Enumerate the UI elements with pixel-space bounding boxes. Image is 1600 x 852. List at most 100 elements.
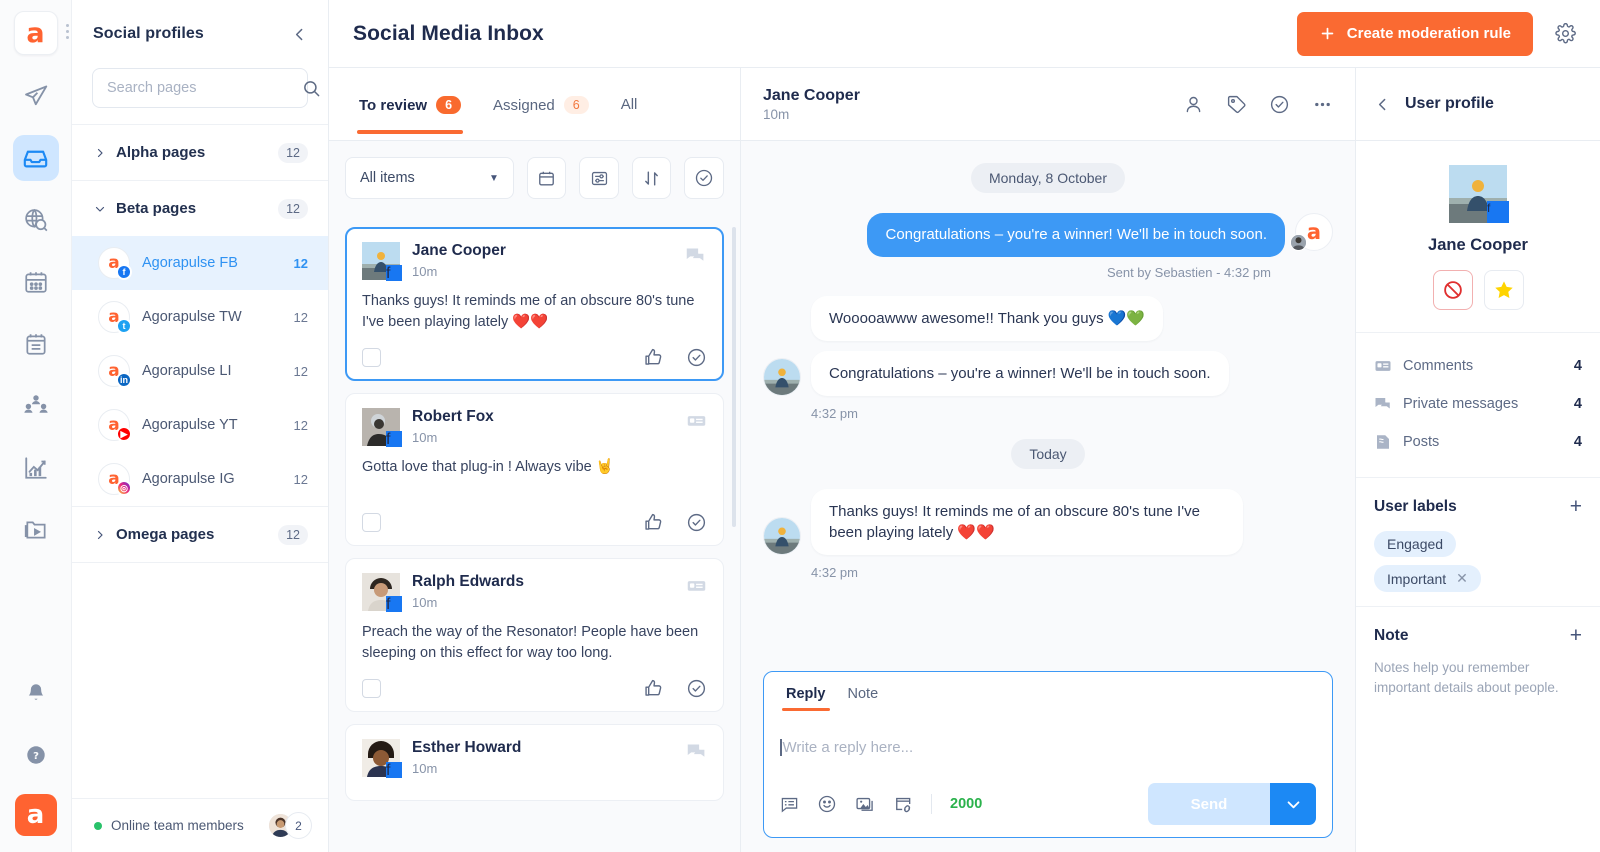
day-separator: Today: [1011, 439, 1085, 470]
tab-badge: 6: [563, 96, 589, 114]
sidebar-item-analytics[interactable]: [13, 445, 59, 491]
create-moderation-rule-button[interactable]: Create moderation rule: [1296, 11, 1533, 56]
add-note-button[interactable]: +: [1570, 625, 1582, 646]
list-item-name: Robert Fox: [412, 408, 494, 426]
list-item[interactable]: f Robert Fox 10m Gotta love that plug-in…: [345, 393, 724, 547]
list-item-actions: [643, 678, 707, 699]
account-avatar-glyph: a: [26, 800, 45, 830]
list-item-checkbox[interactable]: [362, 348, 381, 368]
list-item-checkbox[interactable]: [362, 679, 381, 699]
sidebar-item-listening[interactable]: [13, 197, 59, 243]
user-profile-panel: User profile f Jane Cooper Comments 4 Pr…: [1355, 68, 1600, 852]
sidebar-item-inbox[interactable]: [12, 135, 59, 181]
user-profile-identity: f Jane Cooper: [1356, 141, 1600, 333]
group-omega-pages[interactable]: Omega pages 12: [72, 506, 328, 562]
search-pages-box[interactable]: [92, 68, 320, 108]
message-bubble: Congratulations – you're a winner! We'll…: [867, 213, 1285, 258]
icon-rail: a ? a: [0, 0, 72, 852]
stat-label: Comments: [1403, 358, 1474, 374]
check-circle-icon[interactable]: [686, 512, 707, 533]
composer-tab-note[interactable]: Note: [842, 686, 885, 711]
sidebar-item-content[interactable]: [13, 321, 59, 367]
tab-to-review[interactable]: To review 6: [343, 96, 477, 134]
app-logo[interactable]: a: [13, 11, 69, 55]
list-item[interactable]: f Jane Cooper 10m Thanks guys! It remind…: [345, 227, 724, 382]
sidebar-item-library[interactable]: [13, 507, 59, 553]
account-avatar[interactable]: a: [14, 794, 57, 836]
avatar: f: [362, 573, 402, 613]
back-chevron-left-icon[interactable]: [1374, 96, 1391, 113]
page-row-agorapulse-ig[interactable]: a ◎ Agorapulse IG 12: [72, 452, 328, 506]
tab-all[interactable]: All: [605, 96, 654, 133]
sidebar-item-publishing[interactable]: [13, 73, 59, 119]
sidebar-item-audience[interactable]: [13, 383, 59, 429]
more-icon[interactable]: [1312, 94, 1333, 115]
notifications-icon[interactable]: [13, 670, 59, 716]
message-incoming: Wooooawww awesome!! Thank you guys 💙💚: [763, 296, 1333, 342]
image-icon[interactable]: [855, 794, 875, 814]
search-icon[interactable]: [302, 79, 321, 98]
list-item[interactable]: f Esther Howard 10m: [345, 724, 724, 802]
stat-private-messages: Private messages 4: [1374, 385, 1582, 423]
composer-tabs: Reply Note: [780, 686, 1316, 711]
emoji-icon[interactable]: [817, 794, 837, 814]
user-labels-section: User labels + Engaged Important ✕: [1356, 478, 1600, 607]
sliders-icon[interactable]: [579, 157, 619, 199]
tab-assigned[interactable]: Assigned 6: [477, 96, 605, 134]
user-label-chip[interactable]: Important ✕: [1374, 565, 1481, 592]
group-beta-pages[interactable]: Beta pages 12: [72, 180, 328, 236]
sidebar-item-calendar[interactable]: [13, 259, 59, 305]
group-alpha-pages[interactable]: Alpha pages 12: [72, 124, 328, 180]
send-button[interactable]: Send: [1148, 783, 1270, 825]
page-row-agorapulse-li[interactable]: a in Agorapulse LI 12: [72, 344, 328, 398]
composer-tools: 2000: [780, 794, 982, 814]
page-row-agorapulse-tw[interactable]: a t Agorapulse TW 12: [72, 290, 328, 344]
page-count: 12: [293, 471, 308, 487]
online-team-members[interactable]: Online team members 2: [72, 798, 328, 852]
post-type-icon: [686, 410, 707, 431]
check-circle-icon[interactable]: [686, 347, 707, 368]
composer-tab-reply[interactable]: Reply: [780, 686, 832, 711]
like-icon[interactable]: [643, 347, 664, 368]
page-row-agorapulse-yt[interactable]: a ▶ Agorapulse YT 12: [72, 398, 328, 452]
star-icon[interactable]: [1483, 270, 1524, 310]
link-icon[interactable]: [893, 794, 913, 814]
calendar-icon[interactable]: [526, 157, 567, 199]
like-icon[interactable]: [643, 512, 664, 533]
note-header: Note +: [1374, 625, 1582, 646]
kebab-menu-icon[interactable]: [65, 24, 69, 39]
list-item-head: f Ralph Edwards 10m: [362, 573, 707, 613]
remove-label-close-icon[interactable]: ✕: [1456, 570, 1468, 587]
sort-icon[interactable]: [631, 157, 672, 199]
tag-icon[interactable]: [1226, 94, 1247, 115]
help-icon[interactable]: ?: [13, 732, 59, 778]
check-circle-icon[interactable]: [684, 157, 724, 199]
page-row-agorapulse-fb[interactable]: a f Agorapulse FB 12: [72, 236, 328, 290]
inbox-item-list[interactable]: f Jane Cooper 10m Thanks guys! It remind…: [329, 215, 740, 852]
tab-label: Assigned: [493, 96, 555, 114]
list-item-checkbox[interactable]: [362, 513, 381, 533]
message-meta: Sent by Sebastien - 4:32 pm: [1106, 265, 1271, 281]
group-count: 12: [278, 198, 308, 219]
like-icon[interactable]: [643, 678, 664, 699]
list-item[interactable]: f Ralph Edwards 10m Preach the way of th…: [345, 558, 724, 713]
reply-input[interactable]: Write a reply here...: [780, 727, 1316, 767]
check-circle-icon[interactable]: [1269, 94, 1290, 115]
user-icon[interactable]: [1183, 94, 1204, 115]
check-circle-icon[interactable]: [686, 678, 707, 699]
user-profile-stats: Comments 4 Private messages 4 Posts 4: [1356, 333, 1600, 478]
list-scrollbar[interactable]: [732, 227, 736, 527]
user-label-chip[interactable]: Engaged: [1374, 531, 1457, 557]
list-item-meta: Ralph Edwards 10m: [412, 573, 524, 610]
user-profile-name: Jane Cooper: [1428, 236, 1528, 254]
send-options-chevron-down-icon[interactable]: [1270, 783, 1316, 825]
items-filter-select[interactable]: All items ▼: [345, 157, 514, 199]
group-count: 12: [278, 524, 308, 545]
saved-replies-icon[interactable]: [780, 795, 799, 814]
add-label-button[interactable]: +: [1570, 496, 1582, 517]
composer[interactable]: Reply Note Write a reply here... 2000 Se…: [763, 671, 1333, 838]
collapse-panel-icon[interactable]: [291, 26, 308, 43]
search-input[interactable]: [107, 80, 294, 96]
block-icon[interactable]: [1432, 270, 1473, 310]
gear-icon[interactable]: [1551, 19, 1580, 48]
